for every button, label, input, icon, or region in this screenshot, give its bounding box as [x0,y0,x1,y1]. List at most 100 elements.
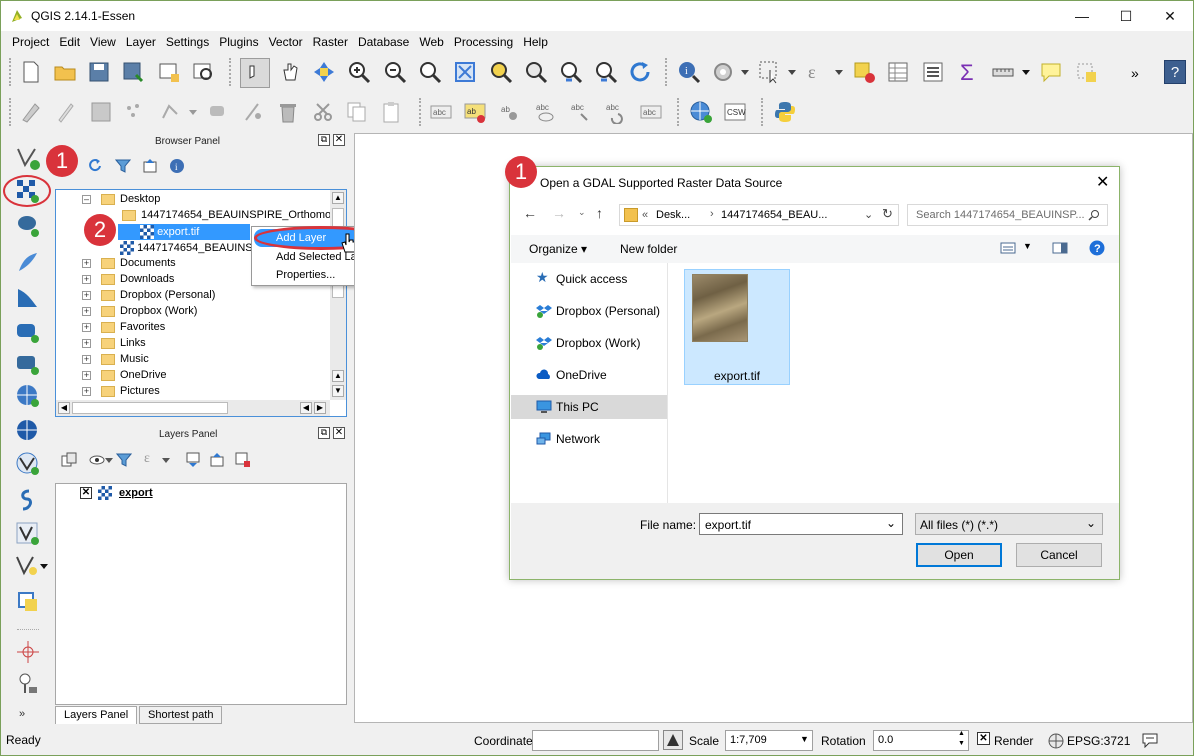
menu-raster[interactable]: Raster [308,35,353,49]
copy-features-icon[interactable] [345,100,369,124]
organize-button[interactable]: Organize ▾ [529,242,587,256]
tree-item-dropbox-work[interactable]: Dropbox (Work) [101,305,197,317]
menu-layer[interactable]: Layer [121,35,161,49]
show-hide-labels-icon[interactable]: abc [534,100,558,124]
refresh-icon[interactable] [87,158,103,174]
dropdown-arrow-icon[interactable] [105,456,113,464]
toolbar-expand-button[interactable]: » [19,708,25,720]
collapse-all-icon[interactable] [142,158,158,174]
breadcrumb-desktop[interactable]: Desk... [656,209,690,221]
remove-layer-icon[interactable] [235,452,251,468]
toggle-extents-icon[interactable] [663,730,683,750]
expander-icon[interactable]: + [82,275,91,284]
select-by-expression-icon[interactable]: ε [805,60,829,84]
expander-icon[interactable]: – [82,195,91,204]
tree-item-links[interactable]: Links [101,337,146,349]
menu-help[interactable]: Help [518,35,553,49]
dropdown-arrow-icon[interactable] [187,100,199,124]
expander-icon[interactable]: + [82,371,91,380]
refresh-icon[interactable] [628,60,652,84]
attribute-table-icon[interactable] [886,60,910,84]
toolbar-grip[interactable] [665,58,669,86]
tree-item-orthomosaic-folder[interactable]: 1447174654_BEAUINSPIRE_Orthomosa [122,209,343,221]
view-options-icon[interactable] [1000,241,1016,255]
paste-features-icon[interactable] [379,100,403,124]
toolbar-grip[interactable] [761,98,765,126]
add-geopackage-icon[interactable] [15,589,41,615]
cut-features-icon[interactable] [311,100,335,124]
view-dropdown-icon[interactable]: ▼ [1023,241,1032,251]
dropdown-arrow-icon[interactable] [739,60,751,84]
rotate-label-icon[interactable]: abc [604,100,628,124]
toolbar-grip[interactable] [9,98,13,126]
rotation-spinbox[interactable]: 0.0 ▲ ▼ [873,730,969,751]
identify-features-icon[interactable]: i [677,60,701,84]
node-edit-icon[interactable] [242,100,266,124]
statistical-summary-icon[interactable]: Σ [956,60,980,84]
save-as-icon[interactable] [121,60,145,84]
crs-label[interactable]: EPSG:3721 [1067,734,1130,748]
expander-icon[interactable]: + [82,307,91,316]
tree-item-favorites[interactable]: Favorites [101,321,165,333]
expander-icon[interactable]: + [82,259,91,268]
menu-vector[interactable]: Vector [264,35,308,49]
filter-expression-icon[interactable]: ε [144,451,150,467]
breadcrumb-overflow[interactable]: « [642,209,648,221]
delete-selected-icon[interactable] [276,100,300,124]
move-label-icon[interactable]: abc [569,100,593,124]
tree-item-desktop[interactable]: Desktop [101,193,160,205]
add-spatialite-layer-icon[interactable] [15,249,41,275]
menu-edit[interactable]: Edit [54,35,85,49]
pan-hand-icon[interactable] [279,60,303,84]
add-wms-layer-icon[interactable] [689,100,713,124]
tree-item-documents[interactable]: Documents [101,257,176,269]
zoom-out-icon[interactable] [383,60,407,84]
address-bar[interactable]: « Desk... › 1447174654_BEAU... ⌄ ↻ [619,204,899,226]
new-bookmark-icon[interactable] [1074,60,1098,84]
scroll-right-button[interactable]: ▶ [314,402,326,414]
refresh-icon[interactable]: ↻ [882,206,893,222]
new-shapefile-layer-icon[interactable] [15,553,41,579]
layers-panel-float-button[interactable]: ⧉ [318,427,330,439]
pan-map-active-icon[interactable] [240,58,270,88]
expand-all-icon[interactable] [185,452,201,468]
tree-item-orthomosaic-raster[interactable]: 1447174654_BEAUINSPI [120,241,263,255]
map-tips-icon[interactable] [1039,60,1063,84]
dropdown-arrow-icon[interactable] [833,60,845,84]
menu-view[interactable]: View [85,35,121,49]
change-label-icon[interactable]: abc [639,100,663,124]
render-checkbox[interactable]: ✕ [977,732,990,745]
tree-item-music[interactable]: Music [101,353,149,365]
toolbar-grip[interactable] [229,58,233,86]
new-print-composer-icon[interactable] [157,60,181,84]
expander-icon[interactable]: + [82,339,91,348]
dropdown-arrow-icon[interactable] [162,456,170,464]
expander-icon[interactable]: + [82,323,91,332]
zoom-to-layer-icon[interactable] [524,60,548,84]
nav-network[interactable]: Network [511,427,667,451]
filter-icon[interactable] [115,158,131,174]
search-input[interactable]: Search 1447174654_BEAUINSP... [907,204,1108,226]
add-delimited-text-icon[interactable] [15,487,41,513]
filter-legend-icon[interactable] [116,452,132,468]
recent-locations-dropdown-icon[interactable]: ⌄ [578,207,586,218]
save-layer-edits-icon[interactable] [89,100,113,124]
current-edits-icon[interactable] [19,100,43,124]
file-name-combobox[interactable]: export.tif ⌄ [699,513,903,535]
crosshair-icon[interactable] [15,639,41,665]
add-wcs-layer-icon[interactable] [15,418,41,444]
nav-onedrive[interactable]: OneDrive [511,363,667,387]
back-arrow-icon[interactable]: ← [523,205,537,221]
properties-info-icon[interactable]: i [169,158,185,174]
toolbar-grip[interactable] [9,58,13,86]
pan-to-selection-icon[interactable] [312,60,336,84]
nav-dropbox-work[interactable]: Dropbox (Work) [511,331,667,355]
menu-item-properties[interactable]: Properties... [276,269,335,281]
new-project-icon[interactable] [19,60,43,84]
move-feature-icon[interactable] [206,100,230,124]
toolbar-overflow-button[interactable]: » [1131,65,1139,81]
new-folder-button[interactable]: New folder [620,242,677,256]
expander-icon[interactable]: + [82,355,91,364]
tab-layers-panel[interactable]: Layers Panel [55,706,138,724]
scroll-left-button[interactable]: ◀ [58,402,70,414]
